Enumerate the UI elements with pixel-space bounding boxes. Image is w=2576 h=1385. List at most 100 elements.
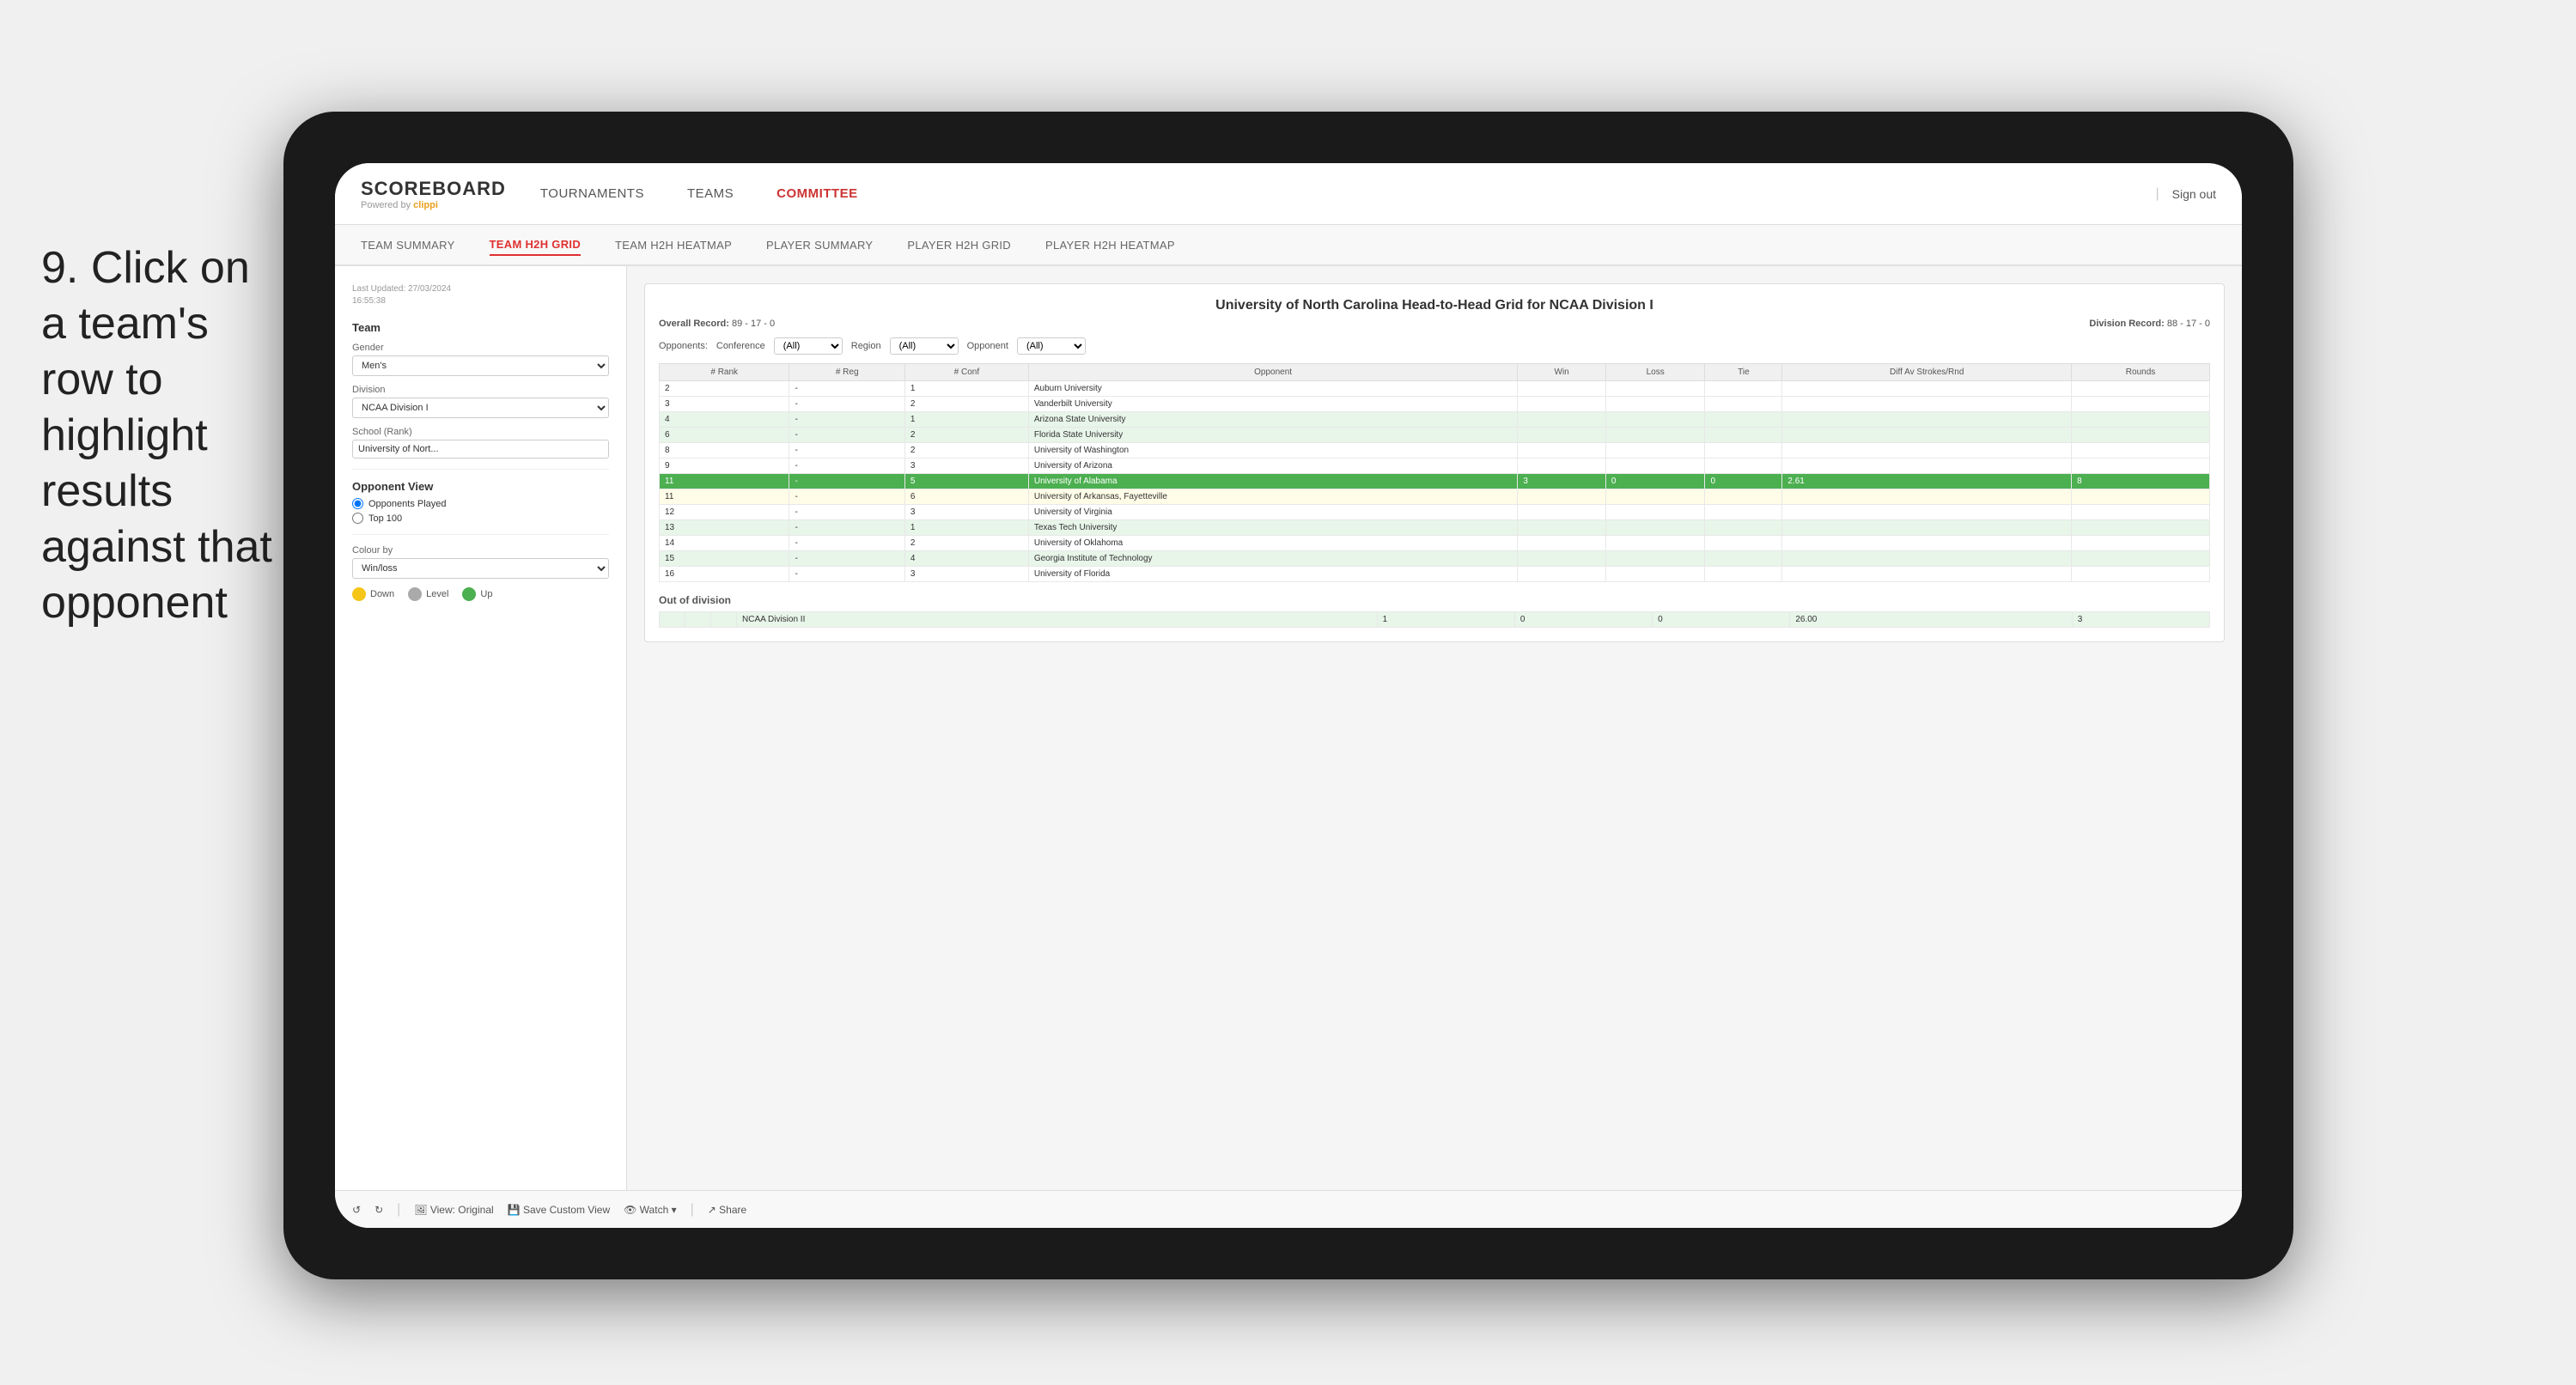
legend-row: Down Level Up [352,587,609,601]
out-of-division-name: NCAA Division II [737,612,1378,628]
table-row[interactable]: 16-3 University of Florida [660,567,2210,582]
table-row-highlighted[interactable]: 11-5 University of Alabama 3002.618 [660,474,2210,489]
table-row[interactable]: 14-2 University of Oklahoma [660,536,2210,551]
sub-nav-team-h2h-heatmap[interactable]: TEAM H2H HEATMAP [615,235,732,255]
out-of-division-row[interactable]: NCAA Division II 1 0 0 26.00 3 [660,612,2210,628]
cell-rank: 2 [660,381,789,397]
colour-by-select[interactable]: Win/loss Diff Av Strokes [352,558,609,579]
table-row[interactable]: 13-1 Texas Tech University [660,520,2210,536]
view-original-btn[interactable]: 🖼 View: Original [414,1204,493,1216]
school-input[interactable] [352,440,609,459]
logo-powered: Powered by clippi [361,200,506,210]
cell-tie [1705,381,1782,397]
gender-select[interactable]: Men's Women's [352,355,609,376]
logo-brand: clippi [413,200,438,210]
cell-opponent: Florida State University [1028,428,1518,443]
table-row[interactable]: 9-3 University of Arizona [660,459,2210,474]
toolbar-sep-1: | [397,1202,400,1218]
table-row[interactable]: 4-1 Arizona State University [660,412,2210,428]
table-row[interactable]: 8-2 University of Washington [660,443,2210,459]
undo-btn[interactable]: ↺ [352,1204,361,1216]
legend-down-label: Down [370,589,394,599]
instruction-text: 9. Click on a team's row to highlight re… [41,240,282,631]
sub-nav-player-h2h-heatmap[interactable]: PLAYER H2H HEATMAP [1045,235,1175,255]
cell-opponent: Texas Tech University [1028,520,1518,536]
opponent-filter-label: Opponent [967,341,1008,351]
sign-out-link[interactable]: Sign out [2172,187,2216,201]
main-content: Last Updated: 27/03/202416:55:38 Team Ge… [335,266,2242,1190]
cell-opponent-highlighted: University of Alabama [1028,474,1518,489]
nav-tournaments[interactable]: TOURNAMENTS [540,183,644,204]
overall-record: Overall Record: 89 - 17 - 0 [659,319,775,329]
sub-nav-player-h2h-grid[interactable]: PLAYER H2H GRID [907,235,1011,255]
sub-nav: TEAM SUMMARY TEAM H2H GRID TEAM H2H HEAT… [335,225,2242,266]
col-tie: Tie [1705,364,1782,381]
save-custom-view-btn[interactable]: 💾 Save Custom View [508,1204,610,1216]
grid-header: University of North Carolina Head-to-Hea… [659,298,2210,355]
legend-level-label: Level [426,589,448,599]
panel-divider-1 [352,469,609,470]
filters-row: Opponents: Conference (All) Region (All)… [659,337,2210,355]
col-diff: Diff Av Strokes/Rnd [1782,364,2072,381]
out-of-division-table: NCAA Division II 1 0 0 26.00 3 [659,611,2210,628]
table-row[interactable]: 3-2 Vanderbilt University [660,397,2210,412]
table-row[interactable]: 11-6 University of Arkansas, Fayettevill… [660,489,2210,505]
table-row[interactable]: 2 - 1 Auburn University [660,381,2210,397]
region-filter-select[interactable]: (All) [890,337,959,355]
conference-filter-select[interactable]: (All) [774,337,843,355]
cell-opponent: Arizona State University [1028,412,1518,428]
share-btn[interactable]: ↗ Share [708,1204,746,1216]
legend-up-dot [462,587,476,601]
watch-btn[interactable]: 👁 Watch ▾ [624,1204,677,1216]
table-row[interactable]: 15-4 Georgia Institute of Technology [660,551,2210,567]
table-row[interactable]: 12-3 University of Virginia [660,505,2210,520]
opponent-filter-select[interactable]: (All) [1017,337,1086,355]
col-rank: # Rank [660,364,789,381]
toolbar-sep-2: | [691,1202,694,1218]
redo-btn[interactable]: ↻ [375,1204,383,1216]
opponent-view-title: Opponent View [352,480,609,493]
col-loss: Loss [1605,364,1705,381]
table-row[interactable]: 6-2 Florida State University [660,428,2210,443]
radio-opponents-played[interactable]: Opponents Played [352,498,609,509]
team-section-title: Team [352,321,609,334]
panel-divider-2 [352,534,609,535]
nav-divider: | [2155,186,2159,202]
division-record: Division Record: 88 - 17 - 0 [2089,319,2210,329]
cell-opponent: University of Washington [1028,443,1518,459]
nav-committee[interactable]: COMMITTEE [776,183,858,204]
cell-opponent: University of Virginia [1028,505,1518,520]
conference-filter-label: Conference [716,341,765,351]
cell-reg: - [789,381,904,397]
logo-scoreboard: SCOREBOARD [361,178,506,200]
legend-down-dot [352,587,366,601]
cell-diff [1782,381,2072,397]
cell-opponent: University of Florida [1028,567,1518,582]
division-label: Division [352,385,609,395]
legend-level-dot [408,587,422,601]
cell-opponent: Auburn University [1028,381,1518,397]
sub-nav-team-h2h-grid[interactable]: TEAM H2H GRID [490,234,581,256]
gender-label: Gender [352,343,609,353]
grid-title: University of North Carolina Head-to-Hea… [659,298,2210,313]
cell-opponent: University of Oklahoma [1028,536,1518,551]
cell-opponent: Vanderbilt University [1028,397,1518,412]
col-rounds: Rounds [2072,364,2210,381]
cell-opponent: University of Arkansas, Fayetteville [1028,489,1518,505]
left-panel: Last Updated: 27/03/202416:55:38 Team Ge… [335,266,627,1190]
h2h-table: # Rank # Reg # Conf Opponent Win Loss Ti… [659,363,2210,582]
division-select[interactable]: NCAA Division I NCAA Division II NCAA Di… [352,398,609,418]
out-of-division-header: Out of division [659,594,2210,606]
right-panel: University of North Carolina Head-to-Hea… [627,266,2242,1190]
col-opponent: Opponent [1028,364,1518,381]
sub-nav-player-summary[interactable]: PLAYER SUMMARY [766,235,873,255]
cell-opponent: Georgia Institute of Technology [1028,551,1518,567]
instruction-number: 9. [41,243,78,293]
col-conf: # Conf [904,364,1028,381]
sub-nav-team-summary[interactable]: TEAM SUMMARY [361,235,455,255]
radio-top-100[interactable]: Top 100 [352,513,609,524]
tablet-screen: SCOREBOARD Powered by clippi TOURNAMENTS… [335,163,2242,1228]
region-filter-label: Region [851,341,881,351]
bottom-toolbar: ↺ ↻ | 🖼 View: Original 💾 Save Custom Vie… [335,1190,2242,1228]
nav-teams[interactable]: TEAMS [687,183,734,204]
